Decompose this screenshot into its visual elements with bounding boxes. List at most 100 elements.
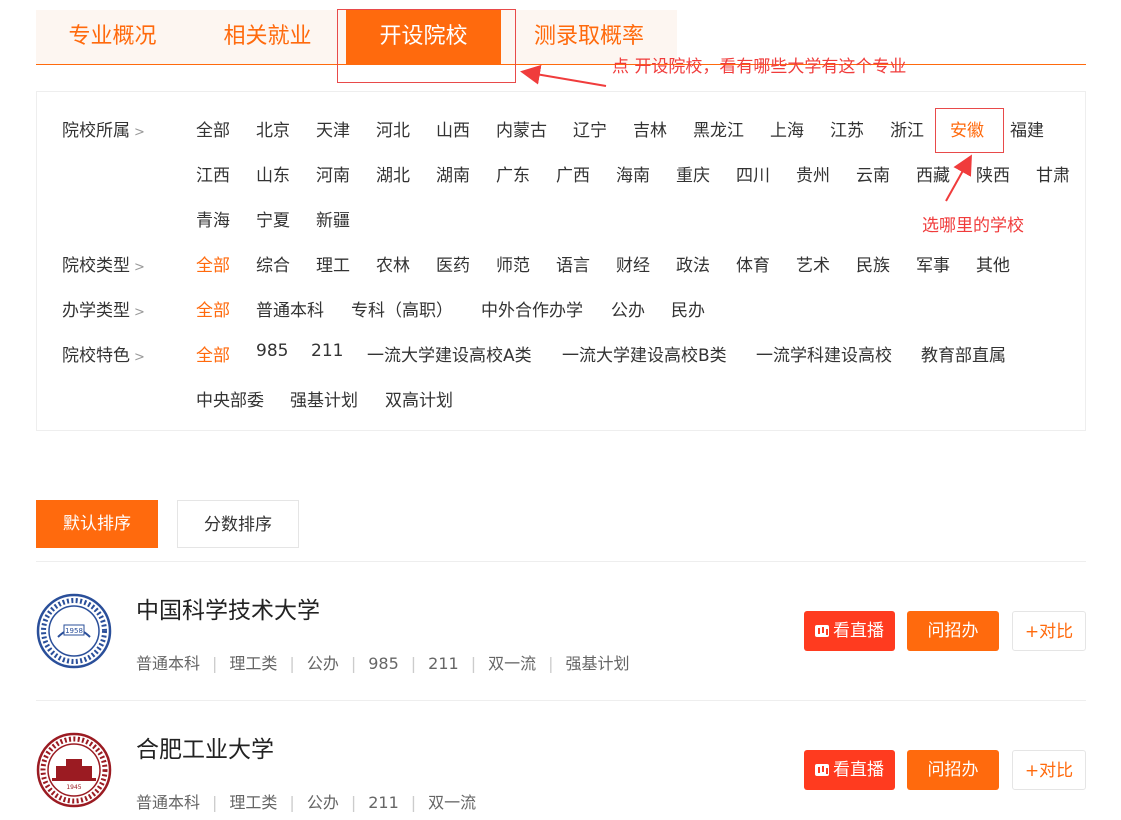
svg-text:1945: 1945 xyxy=(66,784,81,791)
filter-label-feature: 院校特色 > xyxy=(62,346,145,366)
filter-option-region[interactable]: 上海 xyxy=(770,116,804,141)
tag-separator: | xyxy=(212,793,218,812)
filter-option-region[interactable]: 山西 xyxy=(436,116,470,141)
tag-separator: | xyxy=(289,654,295,673)
filter-option-run[interactable]: 中外合作办学 xyxy=(481,296,583,321)
svg-text:1958: 1958 xyxy=(65,627,83,635)
filter-option-type[interactable]: 农林 xyxy=(376,251,410,276)
filter-option-type[interactable]: 政法 xyxy=(676,251,710,276)
filter-option-type[interactable]: 其他 xyxy=(976,251,1010,276)
list-divider xyxy=(36,561,1086,562)
university-name[interactable]: 合肥工业大学 xyxy=(136,730,274,764)
filter-option-region[interactable]: 吉林 xyxy=(633,116,667,141)
tag-separator: | xyxy=(212,654,218,673)
filter-option-region[interactable]: 西藏 xyxy=(916,161,950,186)
filter-option-region[interactable]: 江西 xyxy=(196,161,230,186)
university-tag: 985 xyxy=(368,654,399,673)
filter-option-region[interactable]: 广东 xyxy=(496,161,530,186)
ask-admissions-button[interactable]: 问招办 xyxy=(907,611,999,651)
compare-button[interactable]: +对比 xyxy=(1012,750,1086,790)
tag-separator: | xyxy=(350,793,357,812)
filter-option-region[interactable]: 新疆 xyxy=(316,206,350,231)
filter-option-region[interactable]: 北京 xyxy=(256,116,290,141)
filter-option-feature[interactable]: 强基计划 xyxy=(290,386,358,411)
filter-option-type[interactable]: 医药 xyxy=(436,251,470,276)
filter-option-region[interactable]: 贵州 xyxy=(796,161,830,186)
filter-option-region[interactable]: 湖南 xyxy=(436,161,470,186)
filter-option-region[interactable]: 山东 xyxy=(256,161,290,186)
university-tag: 211 xyxy=(428,654,459,673)
university-tag: 普通本科 xyxy=(136,793,201,812)
tag-separator: | xyxy=(470,654,477,673)
hfut-logo: 1945 xyxy=(36,732,112,808)
filter-option-type[interactable]: 艺术 xyxy=(796,251,830,276)
filter-option-region[interactable]: 全部 xyxy=(196,116,230,141)
filter-option-type[interactable]: 军事 xyxy=(916,251,950,276)
list-divider xyxy=(36,700,1086,701)
filter-option-region[interactable]: 云南 xyxy=(856,161,890,186)
filter-option-run[interactable]: 全部 xyxy=(196,296,230,321)
filter-option-type[interactable]: 财经 xyxy=(616,251,650,276)
university-name[interactable]: 中国科学技术大学 xyxy=(136,591,320,625)
filter-option-run[interactable]: 专科（高职） xyxy=(351,296,453,321)
live-button[interactable]: 看直播 xyxy=(804,611,895,651)
ask-admissions-button[interactable]: 问招办 xyxy=(907,750,999,790)
filter-option-type[interactable]: 全部 xyxy=(196,251,230,276)
filter-option-region[interactable]: 辽宁 xyxy=(573,116,607,141)
filter-option-feature[interactable]: 教育部直属 xyxy=(921,341,1006,366)
filter-option-run[interactable]: 民办 xyxy=(671,296,705,321)
live-button[interactable]: 看直播 xyxy=(804,750,895,790)
arrow-to-tab xyxy=(520,64,607,87)
filter-option-region[interactable]: 宁夏 xyxy=(256,206,290,231)
filter-option-region[interactable]: 青海 xyxy=(196,206,230,231)
filter-option-type[interactable]: 体育 xyxy=(736,251,770,276)
filter-option-feature[interactable]: 985 xyxy=(256,341,288,361)
filter-option-region[interactable]: 浙江 xyxy=(890,116,924,141)
filter-option-type[interactable]: 理工 xyxy=(316,251,350,276)
compare-button[interactable]: +对比 xyxy=(1012,611,1086,651)
filter-option-region[interactable]: 陕西 xyxy=(976,161,1010,186)
filter-option-type[interactable]: 民族 xyxy=(856,251,890,276)
sort-score-button[interactable]: 分数排序 xyxy=(177,500,299,548)
filter-option-feature[interactable]: 一流学科建设高校 xyxy=(756,341,892,366)
filter-option-feature[interactable]: 中央部委 xyxy=(196,386,264,411)
filter-option-feature[interactable]: 一流大学建设高校A类 xyxy=(367,341,532,366)
filter-option-region[interactable]: 天津 xyxy=(316,116,350,141)
filter-option-region[interactable]: 重庆 xyxy=(676,161,710,186)
filter-option-region[interactable]: 福建 xyxy=(1010,116,1044,141)
tag-separator: | xyxy=(548,654,554,673)
tag-separator: | xyxy=(410,793,417,812)
filter-option-region[interactable]: 河北 xyxy=(376,116,410,141)
filter-option-region[interactable]: 湖北 xyxy=(376,161,410,186)
university-tag: 公办 xyxy=(306,793,339,812)
university-tag: 211 xyxy=(368,793,399,812)
filter-label-type: 院校类型 > xyxy=(62,256,145,276)
filter-label-region: 院校所属 > xyxy=(62,121,145,141)
filter-option-run[interactable]: 普通本科 xyxy=(256,296,324,321)
filter-option-feature[interactable]: 一流大学建设高校B类 xyxy=(562,341,727,366)
university-tags: 普通本科 | 理工类 | 公办 | 211 | 双一流 xyxy=(136,789,476,813)
filter-option-region[interactable]: 海南 xyxy=(616,161,650,186)
filter-option-type[interactable]: 语言 xyxy=(556,251,590,276)
tag-separator: | xyxy=(410,654,417,673)
filter-option-region[interactable]: 内蒙古 xyxy=(496,116,547,141)
filter-option-region[interactable]: 甘肃 xyxy=(1036,161,1070,186)
university-tag: 理工类 xyxy=(229,654,278,673)
filter-option-region[interactable]: 安徽 xyxy=(950,116,984,141)
filter-option-type[interactable]: 师范 xyxy=(496,251,530,276)
filter-option-region[interactable]: 河南 xyxy=(316,161,350,186)
video-icon xyxy=(815,764,829,776)
filter-option-region[interactable]: 江苏 xyxy=(830,116,864,141)
filter-option-type[interactable]: 综合 xyxy=(256,251,290,276)
filter-option-feature[interactable]: 全部 xyxy=(196,341,230,366)
tag-separator: | xyxy=(289,793,295,812)
filter-option-run[interactable]: 公办 xyxy=(611,296,645,321)
sort-default-button[interactable]: 默认排序 xyxy=(36,500,158,548)
filter-option-region[interactable]: 黑龙江 xyxy=(693,116,744,141)
filter-option-feature[interactable]: 双高计划 xyxy=(385,386,453,411)
filter-option-feature[interactable]: 211 xyxy=(311,341,343,361)
filter-option-region[interactable]: 广西 xyxy=(556,161,590,186)
filter-option-region[interactable]: 四川 xyxy=(736,161,770,186)
video-icon xyxy=(815,625,829,637)
university-tag: 强基计划 xyxy=(565,654,630,673)
